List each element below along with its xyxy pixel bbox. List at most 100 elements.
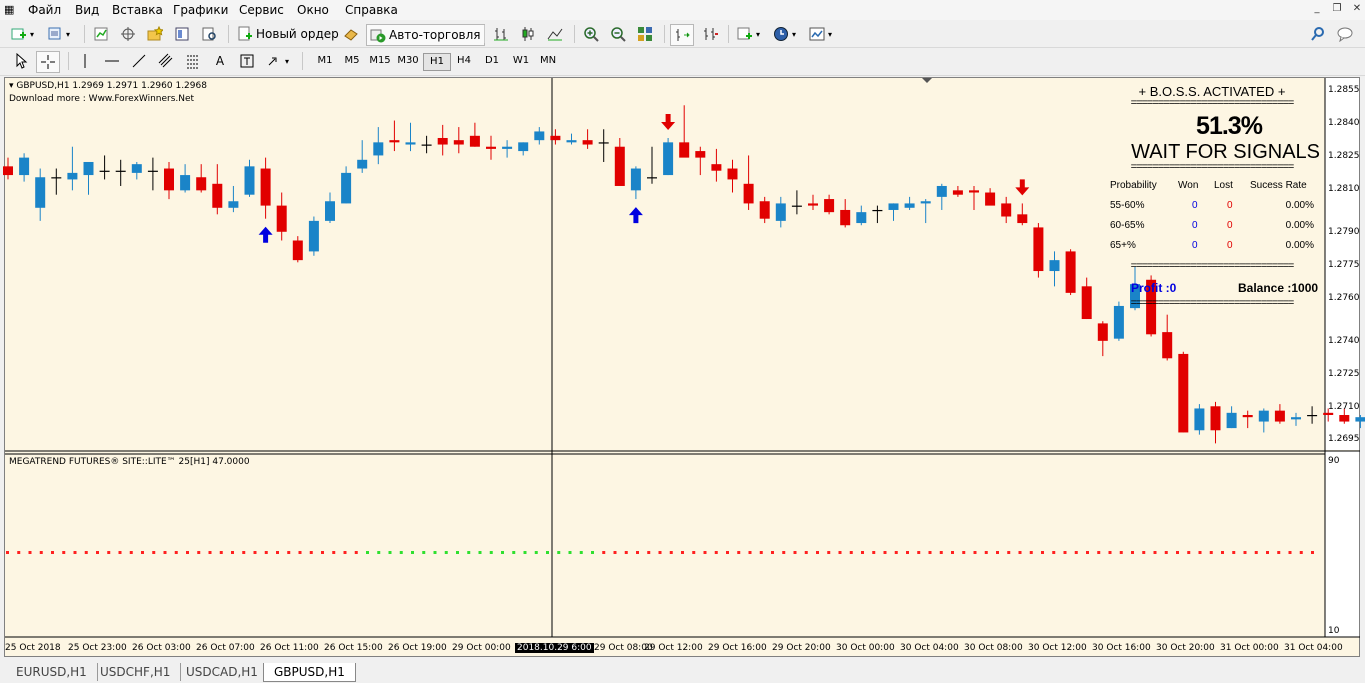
tab-usdcad[interactable]: USDCAD,H1 xyxy=(176,663,269,681)
price-tick: 1.2810 xyxy=(1328,184,1360,194)
candle xyxy=(856,205,867,226)
candle-body xyxy=(1210,406,1221,431)
indicator-dot xyxy=(321,551,324,554)
candle xyxy=(1307,406,1318,424)
tab-gbpusd[interactable]: GBPUSD,H1 xyxy=(263,663,356,682)
tab-eurusd[interactable]: EURUSD,H1 xyxy=(6,663,98,681)
indicator-dot xyxy=(1243,551,1247,554)
indicator-dot xyxy=(759,551,763,554)
candle-body xyxy=(824,199,835,213)
indicator-dot xyxy=(703,551,707,554)
indicator-dot xyxy=(388,551,392,554)
candle xyxy=(83,161,94,195)
candle-body xyxy=(115,170,126,172)
candle xyxy=(888,203,899,221)
price-tick: 1.2725 xyxy=(1328,369,1360,379)
candle-body xyxy=(373,142,384,156)
indicator-dot xyxy=(906,551,909,554)
candle xyxy=(630,166,641,200)
indicator-dot xyxy=(309,551,313,554)
indicator-dot xyxy=(546,551,549,554)
sell-signal-arrow-icon xyxy=(661,113,676,130)
candle-body xyxy=(1001,203,1012,217)
indicator-dot xyxy=(422,551,426,554)
candle xyxy=(51,168,62,195)
candle-body xyxy=(566,140,577,143)
indicator-dot xyxy=(1288,551,1292,554)
price-tick: 1.2790 xyxy=(1328,227,1360,237)
indicator-dot xyxy=(298,551,302,554)
candle xyxy=(663,137,674,176)
candle-body xyxy=(1162,332,1173,359)
candle-body xyxy=(630,168,641,191)
indicator-dot xyxy=(1142,551,1146,554)
row-won: 0 xyxy=(1192,220,1198,231)
indicator-dot xyxy=(411,551,414,554)
indicator-dot xyxy=(714,551,718,554)
row-lost: 0 xyxy=(1227,220,1233,231)
panel-profit: Profit :0 xyxy=(1131,281,1177,295)
candle xyxy=(952,185,963,197)
candle xyxy=(244,159,255,197)
candle-body xyxy=(357,159,368,169)
indicator-dot xyxy=(613,551,617,554)
candle xyxy=(598,129,609,162)
indicator-dot xyxy=(557,551,561,554)
candle xyxy=(534,127,545,145)
candle xyxy=(469,122,480,147)
price-tick: 1.2775 xyxy=(1328,260,1360,270)
candle xyxy=(373,127,384,165)
candle xyxy=(1065,249,1076,296)
indicator-dot xyxy=(681,551,684,554)
candle-body xyxy=(614,146,625,186)
candle-body xyxy=(888,203,899,210)
row-lost: 0 xyxy=(1227,200,1233,211)
indicator-dot xyxy=(602,551,606,554)
col-lost: Lost xyxy=(1214,180,1233,191)
candle xyxy=(260,157,271,219)
candle xyxy=(421,135,432,154)
candle xyxy=(711,148,722,182)
indicator-dot xyxy=(1187,551,1191,554)
candle-body xyxy=(244,166,255,195)
buy-signal-arrow-icon xyxy=(628,207,643,224)
candle-body xyxy=(228,201,239,208)
indicator-dot xyxy=(1232,551,1236,554)
indicator-dot xyxy=(1311,551,1314,554)
row-rate: 0.00% xyxy=(1285,240,1314,251)
candle xyxy=(212,164,223,215)
candle xyxy=(791,190,802,215)
candle-body xyxy=(791,205,802,207)
indicator-dot xyxy=(883,551,887,554)
indicator-dot xyxy=(1277,551,1281,554)
indicator-dot xyxy=(231,551,234,554)
candle xyxy=(582,129,593,149)
candle xyxy=(1226,406,1237,429)
candle xyxy=(775,196,786,228)
indicator-dot xyxy=(287,551,291,554)
candle-body xyxy=(647,177,657,179)
tab-usdchf[interactable]: USDCHF,H1 xyxy=(90,663,182,681)
price-tick: 1.2740 xyxy=(1328,336,1360,346)
candle xyxy=(695,146,706,176)
indicator-dot xyxy=(107,551,111,554)
indicator-dot xyxy=(624,551,628,554)
time-tick: 26 Oct 19:00 xyxy=(388,643,447,653)
indicator-dot xyxy=(186,551,189,554)
candle xyxy=(405,122,416,152)
indicator-dot xyxy=(1299,551,1303,554)
row-prob: 65+% xyxy=(1110,240,1136,251)
candle xyxy=(1162,314,1173,361)
price-tick: 1.2695 xyxy=(1328,434,1360,444)
candle-body xyxy=(1097,323,1108,341)
time-tick: 30 Oct 12:00 xyxy=(1028,643,1087,653)
candle xyxy=(308,216,319,256)
indicator-dot xyxy=(1052,551,1056,554)
row-prob: 60-65% xyxy=(1110,220,1145,231)
candle-body xyxy=(920,201,931,204)
candle xyxy=(614,137,625,186)
indicator-dot xyxy=(276,551,279,554)
candle-body xyxy=(147,170,158,172)
candle xyxy=(1274,404,1285,424)
indicator-dot xyxy=(1086,551,1089,554)
